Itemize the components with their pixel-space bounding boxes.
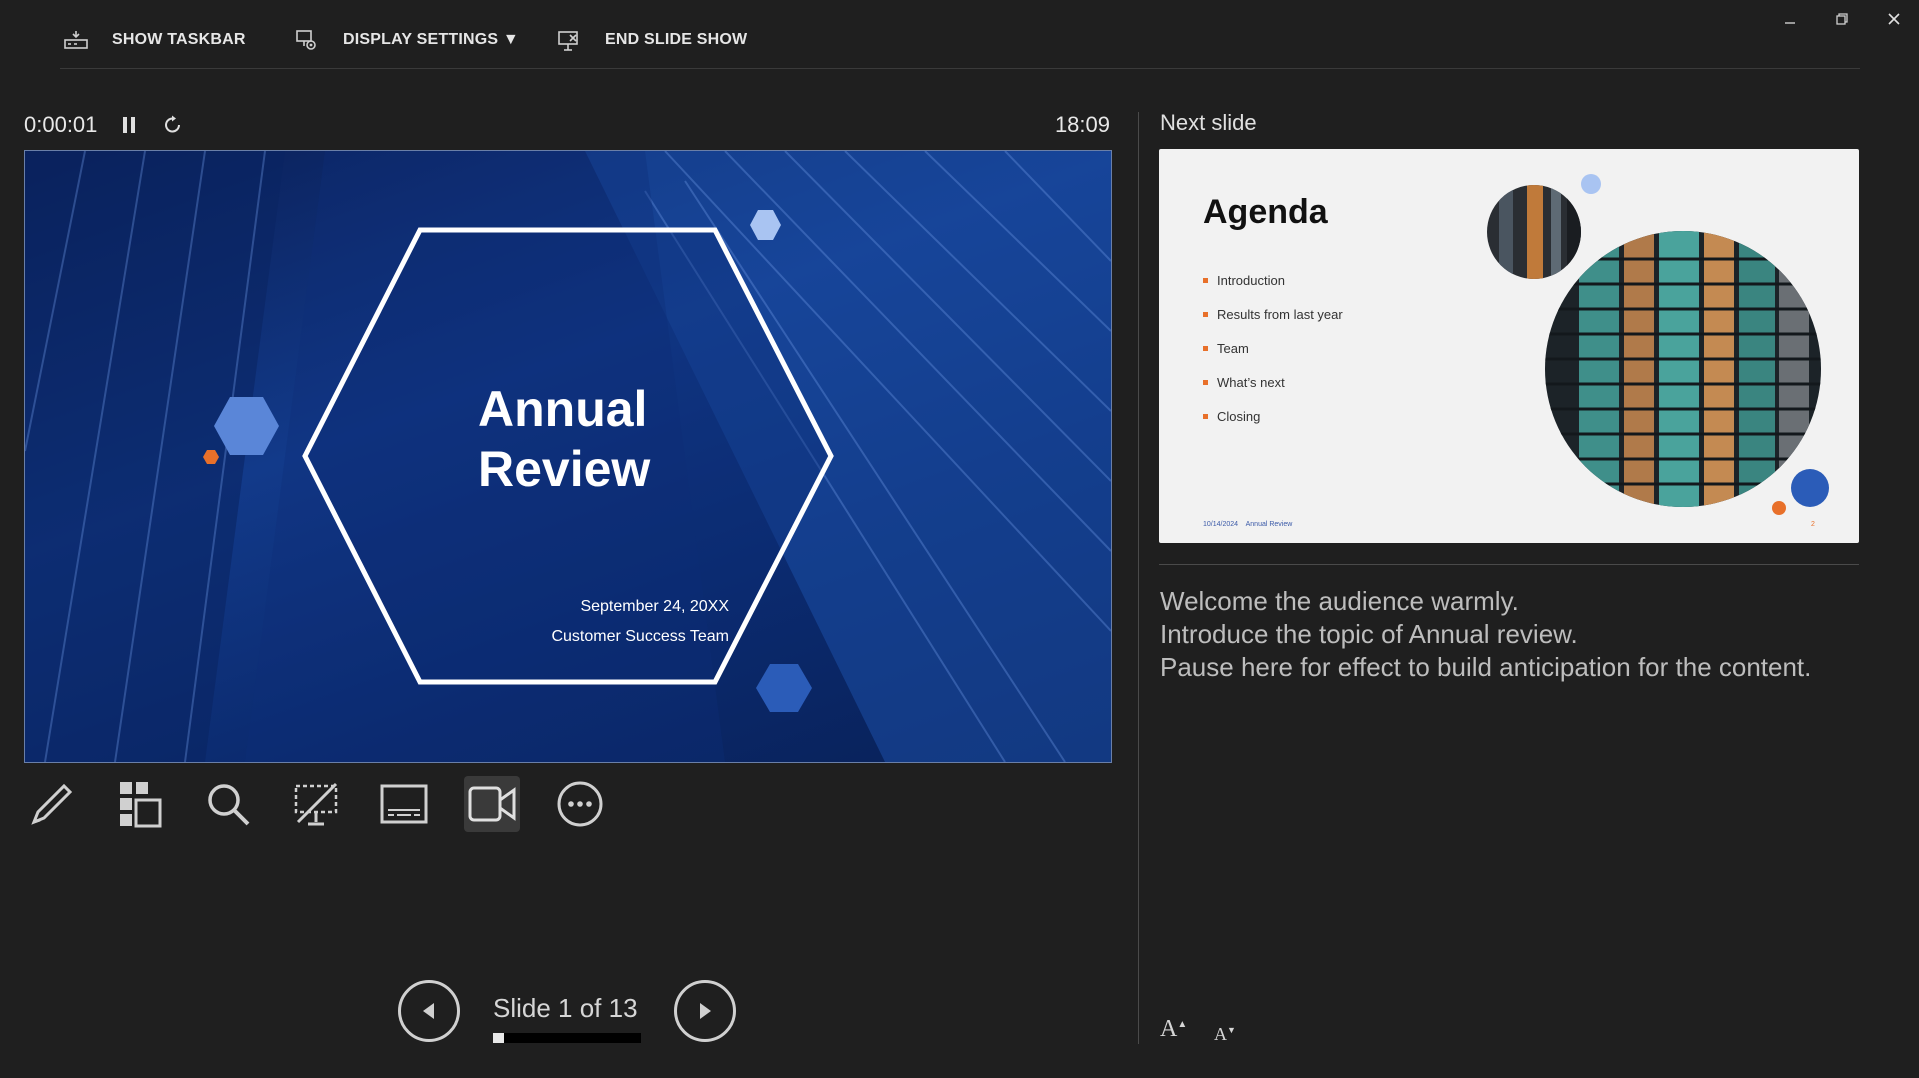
subtitles-button[interactable]: [376, 776, 432, 832]
camera-toggle-button[interactable]: [464, 776, 520, 832]
restart-icon: [165, 115, 180, 133]
slide-title-line1: Annual: [478, 381, 648, 437]
minimize-icon: [1785, 22, 1795, 24]
subtitles-icon: [380, 784, 428, 824]
increase-font-icon: A: [1160, 1016, 1178, 1042]
presentation-off-icon: [294, 782, 338, 826]
slide-team: Customer Success Team: [551, 628, 729, 645]
minimize-button[interactable]: [1770, 4, 1810, 34]
footer-date: 10/14/2024: [1203, 521, 1239, 528]
current-time: 18:09: [1054, 112, 1110, 137]
close-button[interactable]: [1874, 4, 1914, 34]
previous-slide-button[interactable]: [398, 980, 460, 1042]
next-slide-footer: 10/14/2024 Annual Review: [1203, 521, 1298, 528]
black-screen-button[interactable]: [288, 776, 344, 832]
presenter-tools: [24, 776, 608, 836]
close-icon: [1888, 13, 1900, 25]
grid-icon: [120, 782, 162, 828]
triangle-left-icon: [423, 1003, 434, 1019]
restore-icon: [1836, 13, 1848, 25]
display-settings-button[interactable]: DISPLAY SETTINGS ▼: [293, 22, 519, 58]
next-slide-label: Next slide: [1160, 110, 1257, 135]
next-slide-preview[interactable]: Agenda Introduction Results from last ye…: [1159, 149, 1859, 543]
speaker-notes[interactable]: Welcome the audience warmly. Introduce t…: [1160, 585, 1850, 684]
elapsed-time: 0:00:01: [24, 112, 98, 137]
slide-progress-bar: [493, 1033, 641, 1043]
toolbar-divider: [60, 68, 1860, 69]
show-taskbar-button[interactable]: SHOW TASKBAR: [62, 22, 246, 58]
end-show-icon: [558, 31, 578, 51]
decrease-font-button[interactable]: A▼: [1214, 1024, 1236, 1045]
restore-button[interactable]: [1822, 4, 1862, 34]
current-slide[interactable]: Annual Review September 24, 20XX Custome…: [24, 150, 1112, 763]
notes-line: Introduce the topic of Annual review.: [1160, 619, 1578, 649]
decrease-font-icon: A: [1214, 1024, 1227, 1044]
camera-icon: [468, 786, 516, 822]
pane-divider[interactable]: [1138, 112, 1139, 1044]
next-slide-graphics: [1487, 174, 1829, 515]
end-slide-show-label: END SLIDE SHOW: [605, 31, 748, 48]
more-icon: [557, 781, 603, 827]
increase-font-button[interactable]: A▲: [1160, 1016, 1187, 1043]
notes-divider: [1159, 564, 1859, 565]
pause-timer-button[interactable]: [120, 114, 138, 141]
slide-progress-fill: [493, 1033, 505, 1043]
zoom-button[interactable]: [200, 776, 256, 832]
pen-icon: [31, 783, 73, 825]
triangle-right-icon: [700, 1003, 711, 1019]
slide-title-line2: Review: [478, 441, 651, 497]
next-slide-button[interactable]: [674, 980, 736, 1042]
slide-counter: Slide 1 of 13: [493, 993, 638, 1023]
show-taskbar-label: SHOW TASKBAR: [112, 31, 246, 48]
end-slide-show-button[interactable]: END SLIDE SHOW: [555, 22, 747, 58]
pen-tool-button[interactable]: [24, 776, 80, 832]
notes-line: Welcome the audience warmly.: [1160, 586, 1519, 616]
more-options-button[interactable]: [552, 776, 608, 832]
presenter-toolbar: SHOW TASKBAR DISPLAY SETTINGS ▼ END SLID…: [0, 0, 1919, 70]
footer-title: Annual Review: [1245, 521, 1293, 528]
restart-timer-button[interactable]: [162, 114, 184, 141]
magnifier-icon: [208, 784, 250, 826]
display-settings-icon: [296, 30, 316, 50]
notes-line: Pause here for effect to build anticipat…: [1160, 652, 1812, 682]
building-photo-large: [1545, 231, 1821, 507]
slide-date: September 24, 20XX: [580, 598, 729, 615]
display-settings-label: DISPLAY SETTINGS ▼: [343, 31, 519, 48]
pause-icon: [123, 117, 135, 133]
elapsed-timer: 0:00:01: [24, 112, 97, 138]
taskbar-icon: [64, 31, 88, 49]
next-slide-page-number: 2: [1811, 521, 1815, 528]
slide-title: Annual Review: [478, 379, 738, 499]
building-photo-small: [1487, 185, 1581, 279]
see-all-slides-button[interactable]: [112, 776, 168, 832]
